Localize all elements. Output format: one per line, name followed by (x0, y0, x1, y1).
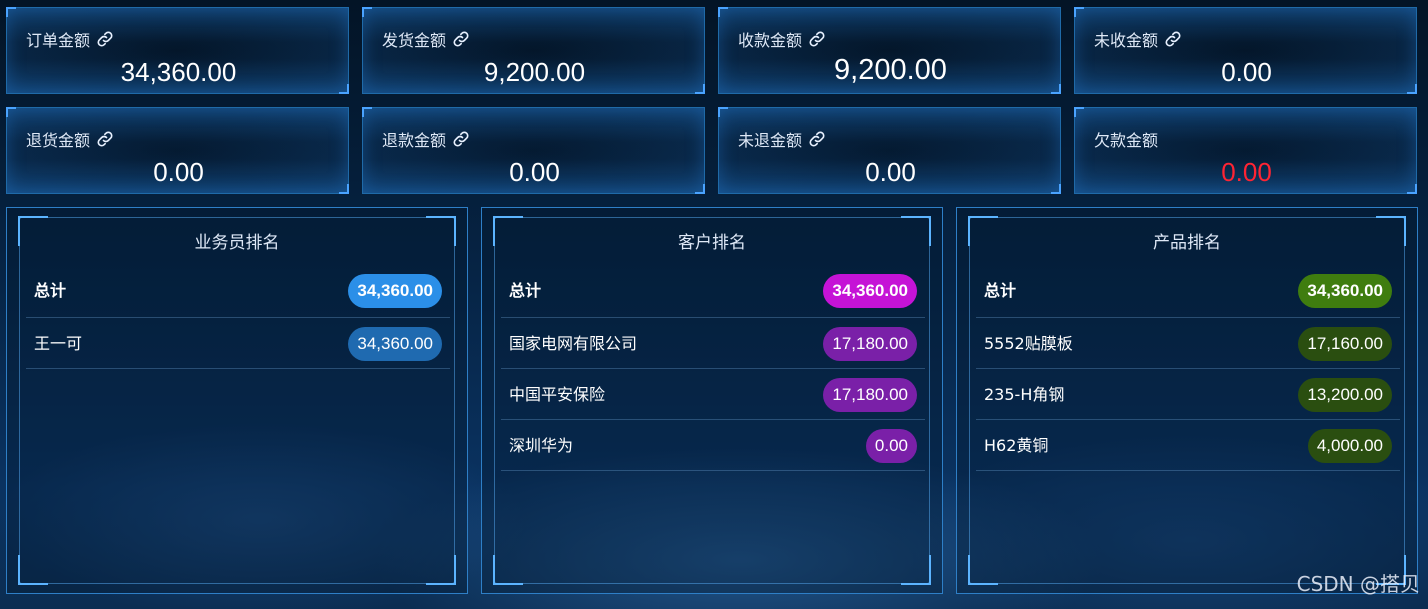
stat-label: 发货金额 (382, 27, 470, 51)
link-icon[interactable] (452, 130, 470, 148)
rank-name: 王一可 (34, 334, 83, 353)
rank-name: 总计 (984, 281, 1017, 300)
ranking-panel: 产品排名总计 34,360.00 5552贴膜板 17,160.00 235-H角钢 13… (956, 207, 1418, 594)
rank-value-badge: 17,180.00 (823, 378, 917, 412)
rank-name: 中国平安保险 (509, 385, 606, 404)
panel-title: 产品排名 (1153, 233, 1221, 253)
stat-value: 34,360.00 (120, 57, 237, 87)
rank-name: 5552贴膜板 (984, 334, 1073, 353)
frame-corner (968, 555, 998, 585)
rank-value-badge: 34,360.00 (348, 327, 442, 361)
stat-label-text: 未收金额 (1094, 31, 1159, 50)
rank-name: 总计 (34, 281, 67, 300)
stat-label: 未退金额 (738, 127, 826, 151)
stat-label-text: 退款金额 (382, 131, 447, 150)
rank-name: 235-H角钢 (984, 385, 1065, 404)
frame-corner (901, 555, 931, 585)
stat-value: 0.00 (865, 157, 916, 187)
stat-label: 未收金额 (1094, 27, 1182, 51)
rank-name: 总计 (509, 281, 542, 300)
rank-list: 总计 34,360.00 5552贴膜板 17,160.00 235-H角钢 13,200… (976, 267, 1400, 471)
rank-row[interactable]: 国家电网有限公司 17,180.00 (501, 318, 925, 369)
rank-value-badge: 34,360.00 (348, 274, 442, 308)
stat-card: 未收金额 0.00 (1074, 7, 1417, 94)
stat-value: 9,200.00 (483, 57, 586, 87)
stat-label-text: 未退金额 (738, 131, 803, 150)
stat-label-text: 退货金额 (26, 131, 91, 150)
stat-label: 退货金额 (26, 127, 114, 151)
ranking-panel: 业务员排名总计 34,360.00 王一可 34,360.00 (6, 207, 468, 594)
stat-card: 订单金额 34,360.00 (6, 7, 349, 94)
frame-corner (493, 555, 523, 585)
rank-row[interactable]: H62黄铜 4,000.00 (976, 420, 1400, 471)
rank-name: 国家电网有限公司 (509, 334, 638, 353)
stat-label: 退款金额 (382, 127, 470, 151)
rank-total-row[interactable]: 总计 34,360.00 (976, 267, 1400, 318)
rank-value-badge: 34,360.00 (823, 274, 917, 308)
rank-value-badge: 0.00 (865, 429, 917, 463)
rank-value-badge: 13,200.00 (1298, 378, 1392, 412)
rank-name: 深圳华为 (509, 436, 574, 455)
stat-card: 发货金额 9,200.00 (362, 7, 705, 94)
stat-card: 收款金额 9,200.00 (718, 7, 1061, 94)
ranking-panel: 客户排名总计 34,360.00 国家电网有限公司 17,180.00 中国平安保险 17… (481, 207, 943, 594)
stat-label-text: 订单金额 (26, 31, 91, 50)
stat-card: 欠款金额 0.00 (1074, 107, 1417, 194)
stat-cards: 订单金额 34,360.00 发货金额 9,200.00 收款金额 9,200.00 未收金… (6, 7, 1423, 194)
rank-value-badge: 17,160.00 (1298, 327, 1392, 361)
rank-value-badge: 17,180.00 (823, 327, 917, 361)
link-icon[interactable] (452, 30, 470, 48)
rank-row[interactable]: 中国平安保险 17,180.00 (501, 369, 925, 420)
stat-value: 0.00 (509, 157, 560, 187)
rank-total-row[interactable]: 总计 34,360.00 (501, 267, 925, 318)
frame-corner (426, 555, 456, 585)
panel-title: 业务员排名 (194, 233, 280, 253)
panel-title: 客户排名 (678, 233, 746, 253)
rank-value-badge: 34,360.00 (1298, 274, 1392, 308)
rank-total-row[interactable]: 总计 34,360.00 (26, 267, 450, 318)
stat-value: 0.00 (153, 157, 204, 187)
stat-value: 0.00 (1221, 157, 1272, 187)
rank-name: H62黄铜 (984, 436, 1049, 455)
stat-card: 退货金额 0.00 (6, 107, 349, 194)
link-icon[interactable] (808, 30, 826, 48)
stat-label-text: 欠款金额 (1094, 131, 1159, 150)
stat-value: 0.00 (1221, 57, 1272, 87)
stat-label-text: 收款金额 (738, 31, 803, 50)
link-icon[interactable] (1164, 30, 1182, 48)
rank-row[interactable]: 王一可 34,360.00 (26, 318, 450, 369)
stat-card: 未退金额 0.00 (718, 107, 1061, 194)
link-icon[interactable] (96, 130, 114, 148)
rank-value-badge: 4,000.00 (1307, 429, 1392, 463)
stat-value: 9,200.00 (834, 54, 947, 86)
rank-row[interactable]: 深圳华为 0.00 (501, 420, 925, 471)
stat-label: 收款金额 (738, 27, 826, 51)
stat-card: 退款金额 0.00 (362, 107, 705, 194)
rank-list: 总计 34,360.00 国家电网有限公司 17,180.00 中国平安保险 17,180… (501, 267, 925, 471)
stat-label-text: 发货金额 (382, 31, 447, 50)
stat-label: 订单金额 (26, 27, 114, 51)
rank-list: 总计 34,360.00 王一可 34,360.00 (26, 267, 450, 369)
stat-label: 欠款金额 (1094, 127, 1158, 151)
link-icon[interactable] (96, 30, 114, 48)
watermark: CSDN @搭贝 (1296, 572, 1420, 596)
rank-row[interactable]: 5552贴膜板 17,160.00 (976, 318, 1400, 369)
rank-row[interactable]: 235-H角钢 13,200.00 (976, 369, 1400, 420)
frame-corner (18, 555, 48, 585)
link-icon[interactable] (808, 130, 826, 148)
